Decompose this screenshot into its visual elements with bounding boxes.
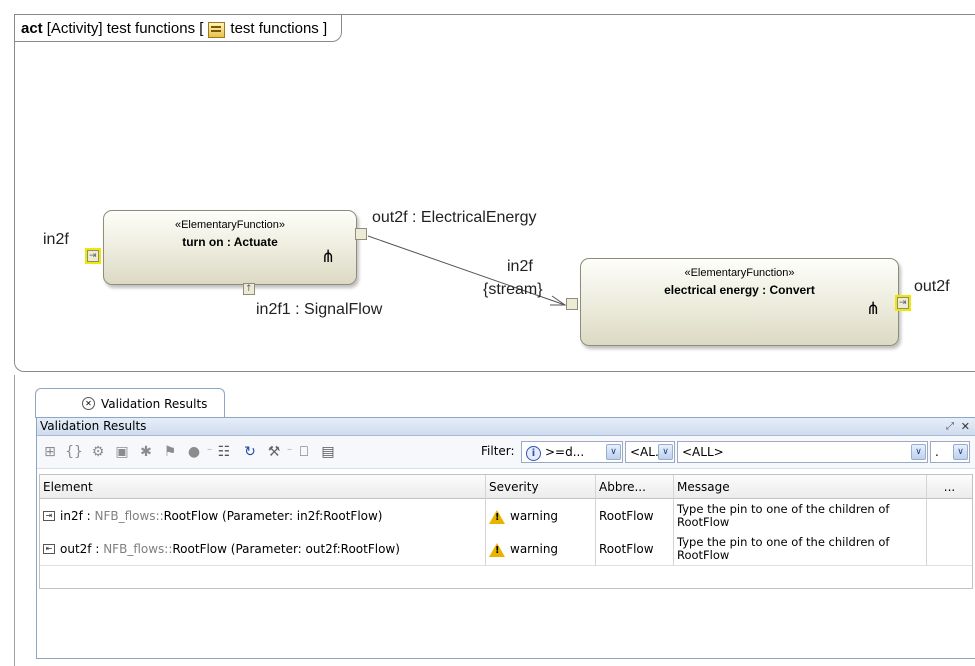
abbreviation-cell: RootFlow — [596, 499, 674, 532]
action-turn-on[interactable]: «ElementaryFunction» turn on : Actuate ⋔ — [103, 210, 357, 285]
panel-tab-bar: ✕ Validation Results — [25, 388, 975, 418]
abbreviation-filter-dropdown[interactable]: <AL... ∨ — [625, 441, 675, 463]
element-name: in2f : — [60, 508, 91, 523]
select-in-diagram-icon[interactable]: ▣ — [113, 443, 131, 461]
circle-icon[interactable]: ● — [185, 443, 203, 461]
pin-arrow-icon: ⇥ — [899, 298, 907, 308]
pin-in2f-stream[interactable] — [566, 298, 578, 310]
toolbar: ⊞ {} ⚙ ▣ ✱ ⚑ ● – ☷ ↻ ⚒ – ⎕ ▤ Filter: i >=… — [37, 436, 975, 469]
info-icon: i — [526, 446, 541, 461]
chevron-down-icon[interactable]: ∨ — [606, 444, 621, 460]
restore-icon[interactable]: ⤢ — [946, 418, 954, 435]
filter-label: Filter: — [481, 444, 515, 458]
warning-icon — [489, 509, 505, 524]
element-package: NFB_flows:: — [94, 508, 164, 523]
chevron-down-icon[interactable]: ∨ — [658, 444, 673, 460]
warning-icon — [489, 542, 505, 557]
column-header-abbreviation[interactable]: Abbre... — [596, 475, 674, 499]
action-name: turn on : Actuate — [182, 235, 278, 249]
table-row[interactable]: ⇥ in2f : NFB_flows:: RootFlow (Parameter:… — [40, 499, 972, 532]
rake-icon: ⋔ — [321, 247, 336, 266]
column-header-element[interactable]: Element — [40, 475, 486, 499]
label-in2f: in2f — [43, 231, 69, 248]
action-name: electrical energy : Convert — [664, 283, 815, 297]
validation-results-panel: Validation Results ⤢ ✕ ⊞ {} ⚙ ▣ ✱ ⚑ ● – … — [36, 417, 975, 659]
label-out2f-electrical: out2f : ElectricalEnergy — [372, 209, 537, 226]
solver-icon[interactable]: ✱ — [137, 443, 155, 461]
action-electrical-energy[interactable]: «ElementaryFunction» electrical energy :… — [580, 258, 899, 346]
table-header: Element Severity Abbre... Message ... — [40, 475, 972, 499]
severity-cell: warning — [486, 499, 596, 532]
element-detail: RootFlow (Parameter: in2f:RootFlow) — [163, 508, 383, 523]
rake-icon: ⋔ — [866, 299, 881, 318]
braces-icon[interactable]: {} — [65, 443, 83, 461]
element-filter-value: <ALL> — [682, 445, 724, 459]
severity-filter-dropdown[interactable]: i >=d... ∨ — [521, 441, 623, 463]
severity-value: warning — [510, 541, 559, 556]
extra-filter-dropdown[interactable]: . ∨ — [930, 441, 970, 463]
message-cell: Type the pin to one of the children of R… — [674, 499, 927, 532]
chevron-down-icon[interactable]: ∨ — [911, 444, 926, 460]
label-out2f-right: out2f — [914, 278, 950, 295]
column-header-message[interactable]: Message — [674, 475, 927, 499]
extra-filter-value: . — [935, 445, 939, 459]
stereotype-label: «ElementaryFunction» — [174, 219, 286, 231]
select-in-browser-icon[interactable]: ⊞ — [41, 443, 59, 461]
table-row[interactable]: ⇤ out2f : NFB_flows:: RootFlow (Parameter… — [40, 532, 972, 565]
abbreviation-cell: RootFlow — [596, 532, 674, 565]
message-cell: Type the pin to one of the children of R… — [674, 532, 927, 565]
toolbar-separator: – — [207, 444, 212, 455]
find-icon[interactable]: ⚙ — [89, 443, 107, 461]
element-cell: ⇤ out2f : NFB_flows:: RootFlow (Parameter… — [40, 532, 486, 565]
export-icon[interactable]: ☷ — [215, 443, 233, 461]
flag-icon[interactable]: ⚑ — [161, 443, 179, 461]
validation-icon: ✕ — [82, 397, 95, 410]
pin-arrow-up-icon: ↑ — [245, 284, 253, 294]
close-icon[interactable]: ✕ — [961, 418, 970, 435]
results-table: Element Severity Abbre... Message ... ⇥ … — [39, 474, 973, 589]
more-cell — [927, 532, 972, 565]
panel-title-bar: Validation Results ⤢ ✕ — [37, 418, 975, 436]
chevron-down-icon[interactable]: ∨ — [953, 444, 968, 460]
pin-in2f1[interactable]: ↑ — [243, 283, 255, 295]
pin-out-icon: ⇤ — [43, 543, 55, 554]
pin-in-icon: ⇥ — [43, 510, 55, 521]
toolbar-separator: – — [287, 444, 292, 455]
pin-arrow-icon: ⇥ — [89, 251, 97, 261]
tab-label: Validation Results — [101, 396, 208, 411]
pin-in2f[interactable]: ⇥ — [85, 248, 101, 264]
element-detail: RootFlow (Parameter: out2f:RootFlow) — [172, 541, 400, 556]
label-in2f-action2: in2f — [507, 258, 533, 275]
severity-cell: warning — [486, 532, 596, 565]
element-cell: ⇥ in2f : NFB_flows:: RootFlow (Parameter:… — [40, 499, 486, 532]
print-icon[interactable]: ⎕ — [295, 443, 313, 461]
tab-validation-results[interactable]: ✕ Validation Results — [35, 388, 225, 418]
document-icon[interactable]: ▤ — [319, 443, 337, 461]
element-filter-dropdown[interactable]: <ALL> ∨ — [677, 441, 928, 463]
column-header-severity[interactable]: Severity — [486, 475, 596, 499]
more-cell — [927, 499, 972, 532]
element-name: out2f : — [60, 541, 100, 556]
column-header-more[interactable]: ... — [927, 475, 972, 499]
panel-title: Validation Results — [40, 419, 147, 433]
pin-out2f-right[interactable]: ⇥ — [895, 295, 911, 311]
refresh-icon[interactable]: ↻ — [241, 443, 259, 461]
table-empty-area — [40, 565, 972, 588]
panel-border — [14, 375, 15, 666]
stereotype-label: «ElementaryFunction» — [684, 267, 795, 279]
severity-filter-value: >=d... — [545, 445, 585, 459]
tools-icon[interactable]: ⚒ — [265, 443, 283, 461]
severity-value: warning — [510, 508, 559, 523]
pin-out2f[interactable] — [355, 228, 367, 240]
element-package: NFB_flows:: — [103, 541, 173, 556]
label-in2f1: in2f1 : SignalFlow — [256, 301, 383, 318]
label-stream: {stream} — [483, 281, 543, 298]
